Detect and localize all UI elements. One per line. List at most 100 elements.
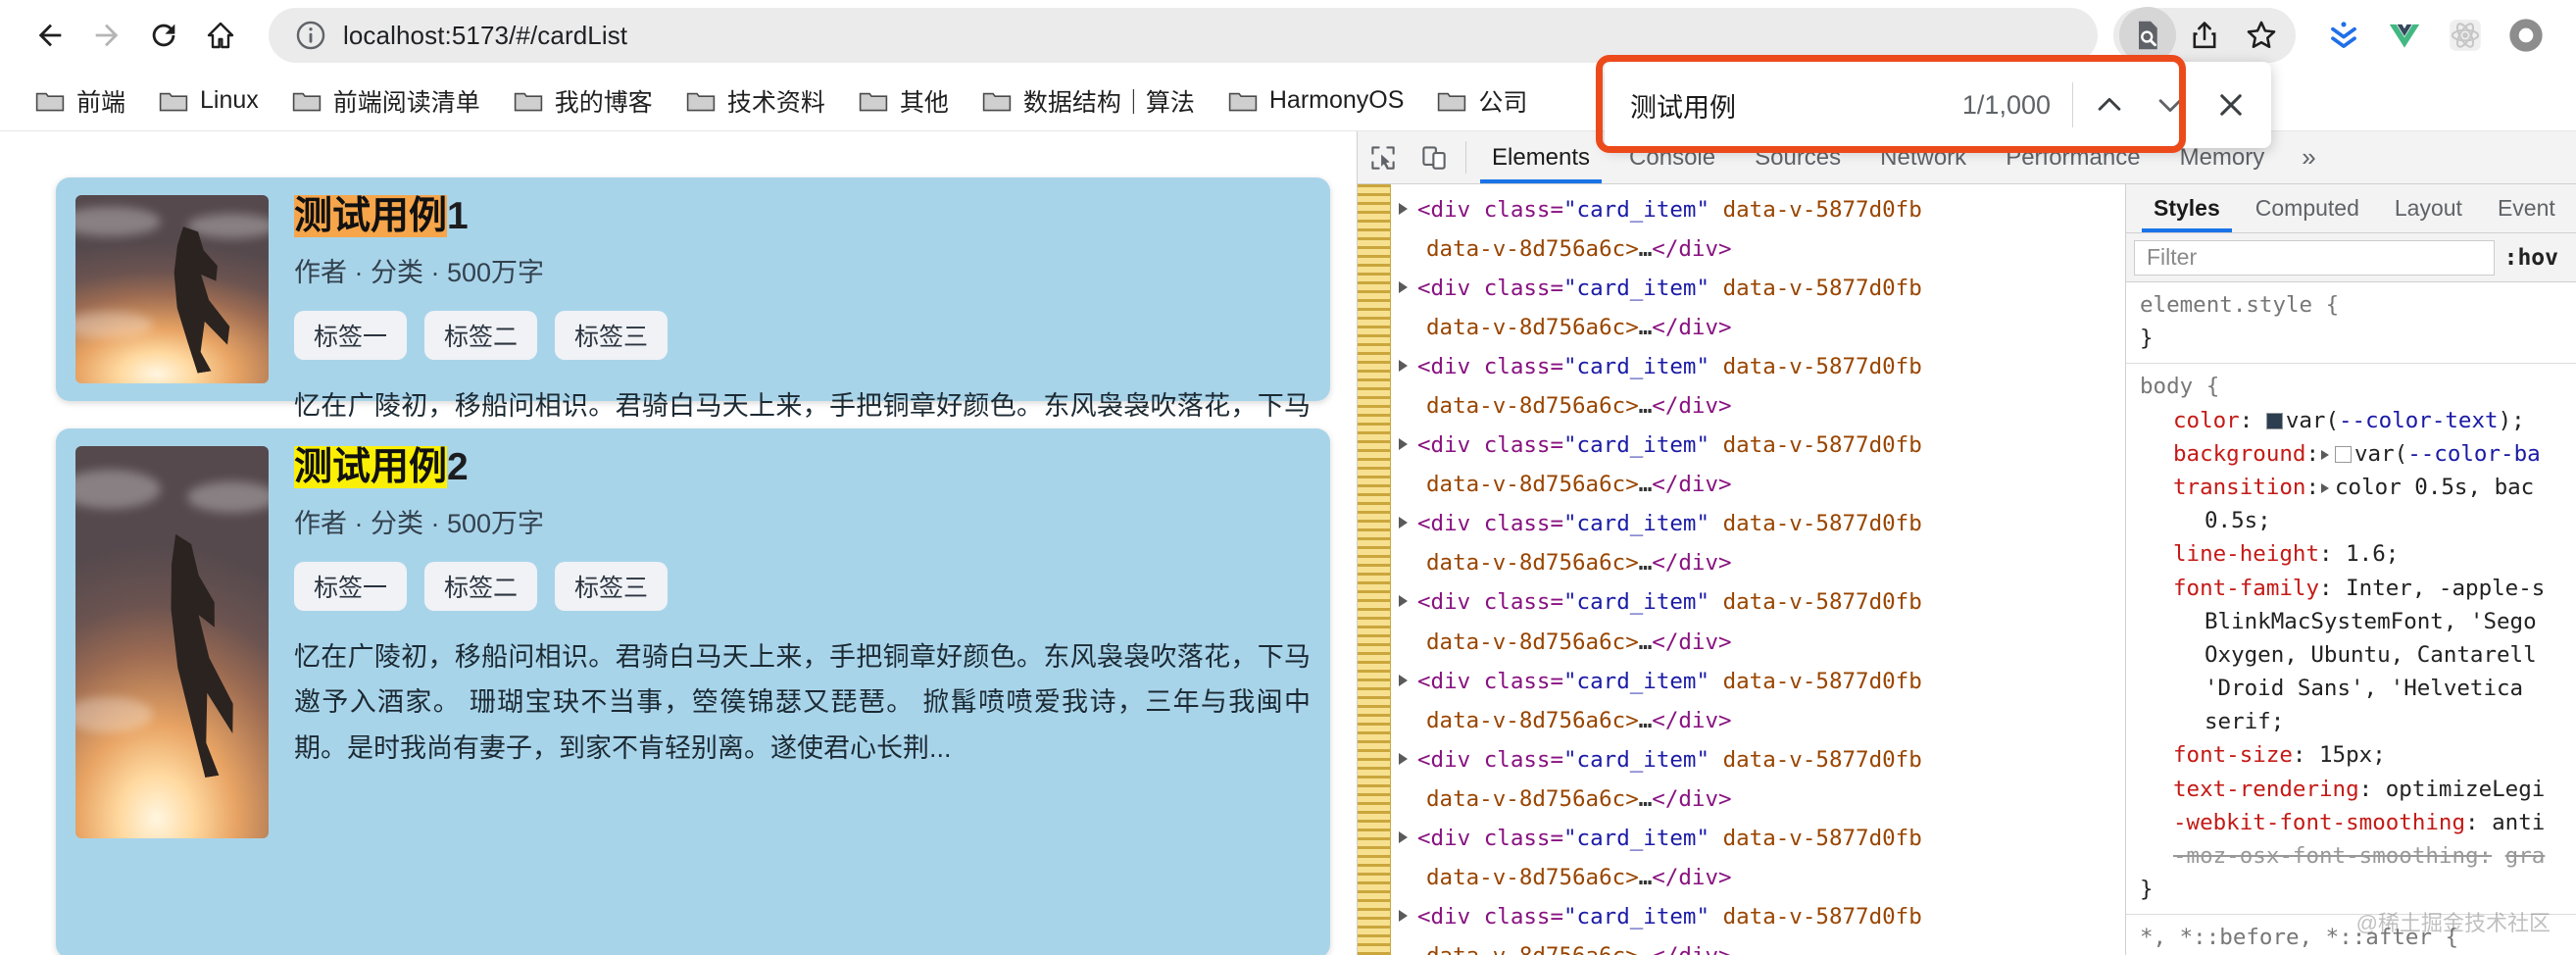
styles-tab-computed[interactable]: Computed bbox=[2238, 184, 2377, 232]
devtools-more-tabs-button[interactable]: » bbox=[2284, 131, 2333, 183]
dom-node-row-continuation[interactable]: data-v-8d756a6c>…</div> bbox=[1399, 229, 2125, 269]
css-declaration[interactable]: transition: color 0.5s, bac bbox=[2140, 471, 2576, 504]
bookmark-item-2[interactable]: 前端阅读清单 bbox=[278, 77, 494, 125]
dom-node-row-continuation[interactable]: data-v-8d756a6c>…</div> bbox=[1399, 779, 2125, 819]
card-tag[interactable]: 标签二 bbox=[424, 310, 538, 360]
find-input[interactable]: 测试用例 bbox=[1630, 86, 1962, 125]
expand-triangle-icon[interactable] bbox=[2321, 449, 2330, 460]
bookmark-item-5[interactable]: 其他 bbox=[845, 77, 963, 125]
expand-triangle-icon[interactable] bbox=[1399, 674, 1408, 686]
bookmark-item-3[interactable]: 我的博客 bbox=[500, 77, 667, 125]
bookmark-item-0[interactable]: 前端 bbox=[22, 77, 139, 125]
dom-node-row[interactable]: <div class="card_item" data-v-5877d0fb bbox=[1399, 504, 2125, 543]
expand-triangle-icon[interactable] bbox=[1399, 752, 1408, 765]
expand-triangle-icon[interactable] bbox=[1399, 595, 1408, 608]
devtools-tab-elements[interactable]: Elements bbox=[1472, 131, 1610, 183]
styles-filter-input[interactable]: Filter bbox=[2134, 239, 2495, 276]
runner-silhouette bbox=[153, 222, 238, 377]
bookmark-item-4[interactable]: 技术资料 bbox=[672, 77, 839, 125]
pseudo-state-hov-button[interactable]: :hov bbox=[2504, 245, 2568, 271]
share-button[interactable] bbox=[2176, 7, 2233, 64]
bookmark-label: 数据结构｜算法 bbox=[1022, 88, 1195, 117]
css-declaration[interactable]: font-family: Inter, -apple-s bbox=[2140, 572, 2576, 605]
expand-triangle-icon[interactable] bbox=[1399, 281, 1408, 294]
styles-tab-layout[interactable]: Layout bbox=[2377, 184, 2480, 232]
expand-triangle-icon[interactable] bbox=[2321, 482, 2330, 493]
site-info-icon[interactable] bbox=[294, 19, 327, 52]
dom-node-row[interactable]: <div class="card_item" data-v-5877d0fb bbox=[1399, 269, 2125, 308]
dom-node-row[interactable]: <div class="card_item" data-v-5877d0fb bbox=[1399, 190, 2125, 229]
extension-download-button[interactable] bbox=[2315, 7, 2372, 64]
folder-icon bbox=[159, 92, 188, 111]
expand-triangle-icon[interactable] bbox=[1399, 909, 1408, 922]
dom-node-row-continuation[interactable]: data-v-8d756a6c>…</div> bbox=[1399, 465, 2125, 504]
styles-tab-event-listeners[interactable]: Event bbox=[2480, 184, 2573, 232]
css-declaration[interactable]: background: var(--color-ba bbox=[2140, 437, 2576, 471]
bookmark-star-button[interactable] bbox=[2233, 7, 2290, 64]
card-tag[interactable]: 标签二 bbox=[424, 561, 538, 611]
dom-node-row[interactable]: <div class="card_item" data-v-5877d0fb bbox=[1399, 740, 2125, 779]
card-tag[interactable]: 标签一 bbox=[294, 310, 408, 360]
card-item[interactable]: 测试用例1 作者 · 分类 · 500万字 标签一 标签二 标签三 忆在广陵初，… bbox=[56, 177, 1330, 512]
card-item[interactable]: 测试用例2 作者 · 分类 · 500万字 标签一 标签二 标签三 忆在广陵初，… bbox=[56, 428, 1330, 955]
card-tag[interactable]: 标签三 bbox=[555, 561, 669, 611]
inspect-element-button[interactable] bbox=[1358, 131, 1409, 183]
dom-node-row-continuation[interactable]: data-v-8d756a6c>…</div> bbox=[1399, 543, 2125, 582]
css-declaration[interactable]: text-rendering: optimizeLegi bbox=[2140, 773, 2576, 806]
home-button[interactable] bbox=[192, 7, 249, 64]
dom-node-row-continuation[interactable]: data-v-8d756a6c>…</div> bbox=[1399, 623, 2125, 662]
dom-node-row-continuation[interactable]: data-v-8d756a6c>…</div> bbox=[1399, 308, 2125, 347]
find-match-scrollbar[interactable] bbox=[1358, 184, 1391, 955]
expand-triangle-icon[interactable] bbox=[1399, 830, 1408, 843]
dom-node-row-continuation[interactable]: data-v-8d756a6c>…</div> bbox=[1399, 386, 2125, 426]
dom-node-row-continuation[interactable]: data-v-8d756a6c>…</div> bbox=[1399, 701, 2125, 740]
dom-node-row[interactable]: <div class="card_item" data-v-5877d0fb bbox=[1399, 662, 2125, 701]
color-swatch[interactable] bbox=[2335, 445, 2353, 463]
css-declaration[interactable]: color: var(--color-text); bbox=[2140, 404, 2576, 437]
bookmark-item-1[interactable]: Linux bbox=[145, 77, 272, 125]
react-devtools-button[interactable] bbox=[2437, 7, 2494, 64]
find-next-button[interactable] bbox=[2140, 75, 2201, 135]
css-declaration[interactable]: 0.5s; bbox=[2140, 504, 2576, 537]
css-declaration[interactable]: line-height: 1.6; bbox=[2140, 537, 2576, 571]
css-declaration[interactable]: -moz-osx-font-smoothing: gra bbox=[2140, 839, 2576, 873]
dom-node-row[interactable]: <div class="card_item" data-v-5877d0fb bbox=[1399, 426, 2125, 465]
dom-node-row-continuation[interactable]: data-v-8d756a6c>…</div> bbox=[1399, 936, 2125, 955]
color-swatch[interactable] bbox=[2265, 412, 2283, 429]
card-tag[interactable]: 标签三 bbox=[555, 310, 669, 360]
bookmark-item-7[interactable]: HarmonyOS bbox=[1214, 77, 1418, 125]
read-mode-button[interactable] bbox=[2119, 7, 2176, 64]
card-meta: 作者 · 分类 · 500万字 bbox=[294, 257, 545, 287]
styles-tab-styles[interactable]: Styles bbox=[2136, 184, 2238, 232]
dom-node-row[interactable]: <div class="card_item" data-v-5877d0fb bbox=[1399, 897, 2125, 936]
back-button[interactable] bbox=[22, 7, 78, 64]
bookmark-item-6[interactable]: 数据结构｜算法 bbox=[968, 77, 1209, 125]
css-declaration[interactable]: serif; bbox=[2140, 705, 2576, 738]
css-declaration[interactable]: Oxygen, Ubuntu, Cantarell bbox=[2140, 638, 2576, 672]
css-declaration[interactable]: font-size: 15px; bbox=[2140, 738, 2576, 772]
dom-node-row[interactable]: <div class="card_item" data-v-5877d0fb bbox=[1399, 819, 2125, 858]
expand-triangle-icon[interactable] bbox=[1399, 517, 1408, 529]
dom-node-row-continuation[interactable]: data-v-8d756a6c>…</div> bbox=[1399, 858, 2125, 897]
css-rule[interactable]: body {color: var(--color-text); backgroun… bbox=[2126, 364, 2576, 916]
expand-triangle-icon[interactable] bbox=[1399, 360, 1408, 373]
reload-button[interactable] bbox=[135, 7, 192, 64]
forward-button[interactable] bbox=[78, 7, 135, 64]
find-previous-button[interactable] bbox=[2079, 75, 2140, 135]
vue-devtools-button[interactable] bbox=[2376, 7, 2433, 64]
expand-triangle-icon[interactable] bbox=[1399, 438, 1408, 451]
css-declaration[interactable]: 'Droid Sans', 'Helvetica bbox=[2140, 672, 2576, 705]
card-tag[interactable]: 标签一 bbox=[294, 561, 408, 611]
expand-triangle-icon[interactable] bbox=[1399, 203, 1408, 215]
css-rule[interactable]: *, *::before, *::after {box-sizing: bord… bbox=[2126, 915, 2576, 955]
css-rule[interactable]: element.style {} bbox=[2126, 282, 2576, 365]
device-toolbar-button[interactable] bbox=[1409, 131, 1460, 183]
dom-node-row[interactable]: <div class="card_item" data-v-5877d0fb bbox=[1399, 582, 2125, 622]
css-declaration[interactable]: BlinkMacSystemFont, 'Sego bbox=[2140, 605, 2576, 638]
bookmark-item-8[interactable]: 公司 bbox=[1423, 77, 1541, 125]
address-bar[interactable]: localhost:5173/#/cardList bbox=[269, 8, 2098, 63]
profile-avatar-button[interactable] bbox=[2498, 7, 2554, 64]
find-close-button[interactable] bbox=[2201, 75, 2261, 135]
css-declaration[interactable]: -webkit-font-smoothing: anti bbox=[2140, 806, 2576, 839]
dom-node-row[interactable]: <div class="card_item" data-v-5877d0fb bbox=[1399, 347, 2125, 386]
